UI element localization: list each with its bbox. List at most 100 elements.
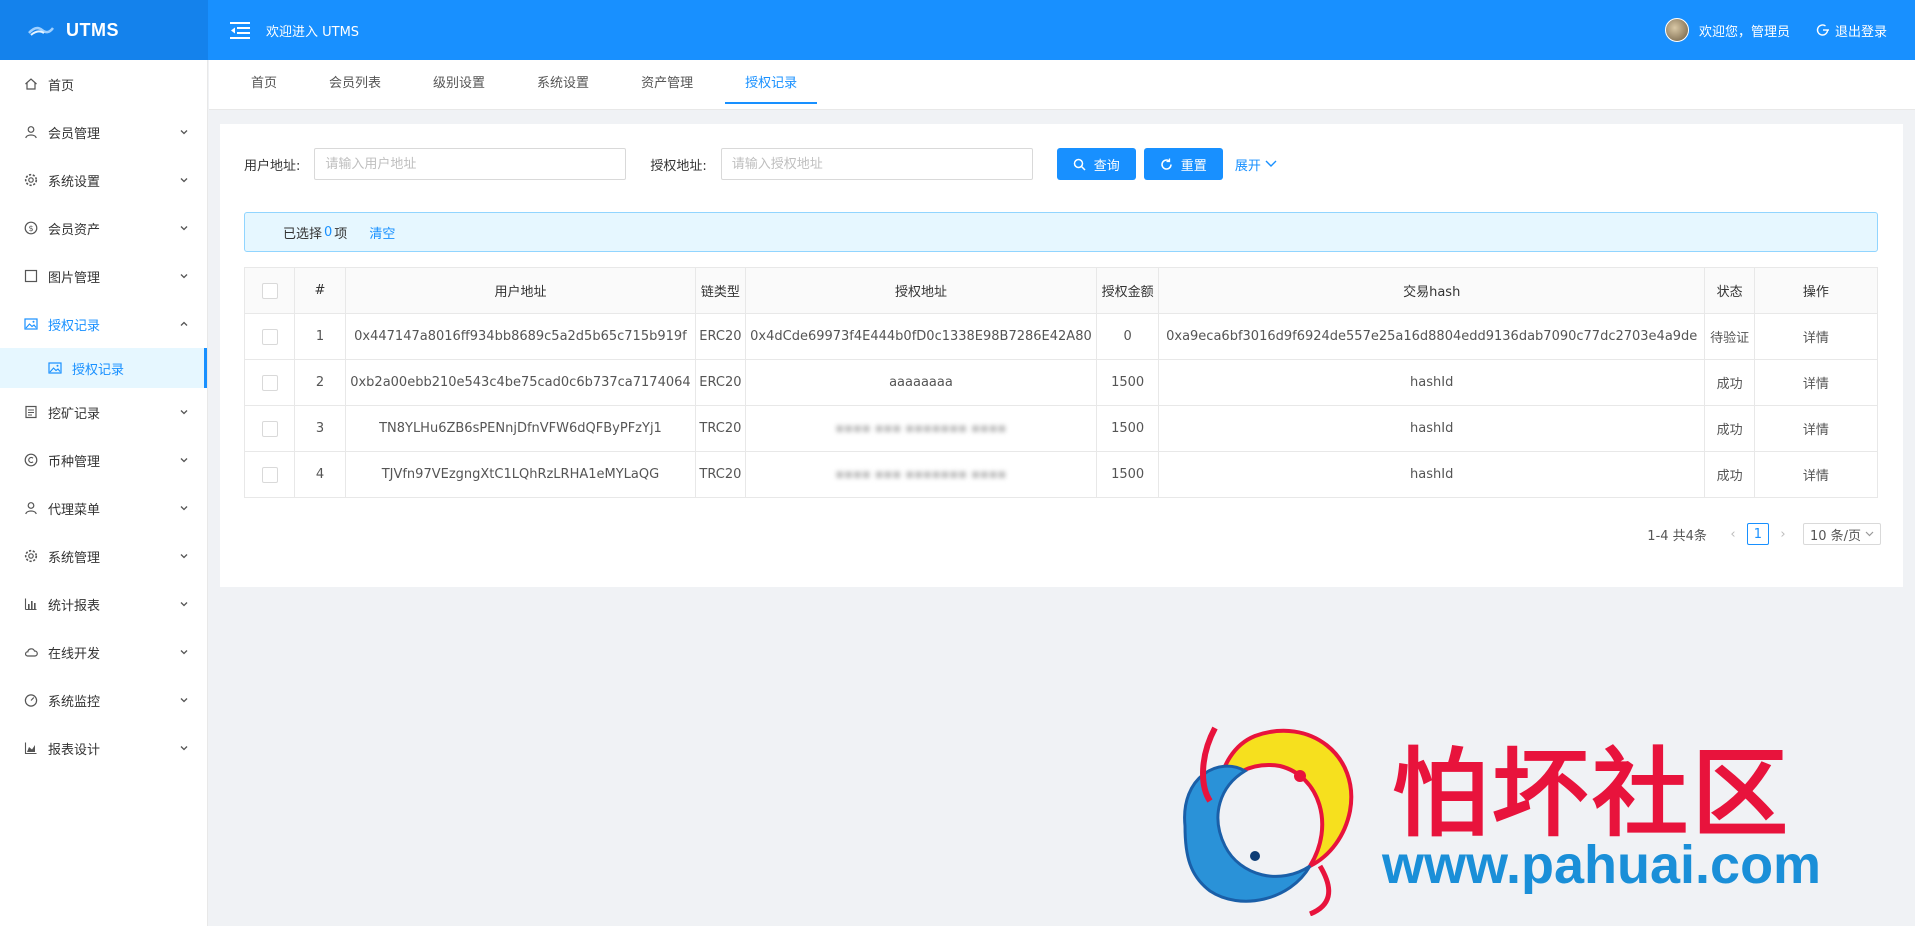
sidebar-item[interactable]: 系统设置 <box>0 156 207 204</box>
table-header-row: # 用户地址 链类型 授权地址 授权金额 交易hash 状态 操作 <box>244 267 1878 314</box>
cell-amount: 1500 <box>1096 405 1159 452</box>
row-checkbox[interactable] <box>261 374 278 391</box>
row-checkbox[interactable] <box>261 420 278 437</box>
sidebar-item[interactable]: 代理菜单 <box>0 484 207 532</box>
cloud-icon <box>24 645 38 659</box>
reset-button[interactable]: 重置 <box>1143 148 1223 180</box>
cell-hash: hashId <box>1158 405 1706 452</box>
chevron-down-icon <box>180 698 188 703</box>
sidebar-subitem[interactable]: 授权记录 <box>0 348 207 388</box>
sidebar-item[interactable]: $ 会员资产 <box>0 204 207 252</box>
dashboard-icon <box>24 693 38 707</box>
logout-button[interactable]: 退出登录 <box>1816 21 1887 40</box>
sidebar-item[interactable]: 首页 <box>0 60 207 108</box>
auth-address-input[interactable] <box>720 148 1033 180</box>
user-greeting: 欢迎您，管理员 <box>1698 24 1790 40</box>
sidebar-item-label: 统计报表 <box>48 598 101 614</box>
user-address-input[interactable] <box>314 148 627 180</box>
select-all-checkbox[interactable] <box>261 282 278 299</box>
tab[interactable]: 系统设置 <box>511 60 615 110</box>
cell-user: TN8YLHu6ZB6sPENnjDfnVFW6dQFByPFzYj1 <box>345 405 697 452</box>
cell-no: 4 <box>294 451 346 498</box>
chevron-down-icon <box>180 650 188 655</box>
detail-link[interactable]: 详情 <box>1754 451 1878 498</box>
page-size-select[interactable]: 10 条/页 <box>1802 523 1881 545</box>
sidebar-item-label: 代理菜单 <box>48 502 101 518</box>
sidebar-item[interactable]: 币种管理 <box>0 436 207 484</box>
menu-fold-icon[interactable] <box>228 19 252 41</box>
sidebar-item[interactable]: 授权记录 <box>0 300 207 348</box>
sidebar-subitem-label: 授权记录 <box>72 362 125 378</box>
picture-icon <box>24 317 38 331</box>
sidebar-item[interactable]: 在线开发 <box>0 628 207 676</box>
detail-link[interactable]: 详情 <box>1754 359 1878 406</box>
top-bar: UTMS 欢迎进入 UTMS 欢迎您，管理员 退出登录 <box>0 0 1915 60</box>
cell-chain: TRC20 <box>695 451 746 498</box>
row-select-cell <box>244 405 296 452</box>
cell-hash: 0xa9eca6bf3016d9f6924de557e25a16d8804edd… <box>1158 313 1706 360</box>
list-icon <box>24 405 38 419</box>
app-name: UTMS <box>66 19 119 40</box>
chevron-down-icon <box>180 458 188 463</box>
sidebar-item-label: 授权记录 <box>48 318 101 334</box>
col-header[interactable]: 链类型 <box>695 267 746 314</box>
tab[interactable]: 授权记录 <box>719 60 823 110</box>
cell-user: TJVfn97VEzgngXtC1LQhRzLRHA1eMYLaQG <box>345 451 697 498</box>
row-checkbox[interactable] <box>261 466 278 483</box>
page-number[interactable]: 1 <box>1746 523 1769 545</box>
cell-auth: ▪▪▪▪ ▪▪▪ ▪▪▪▪▪▪▪ ▪▪▪▪ <box>745 451 1098 498</box>
sidebar: 首页 会员管理 系统设置 $ 会员资产 图片管理 授权记录 授权记录 挖矿记录 币种管理 代理菜单系… <box>0 60 208 926</box>
col-header[interactable]: 用户地址 <box>345 267 697 314</box>
redacted-address: ▪▪▪▪ ▪▪▪ ▪▪▪▪▪▪▪ ▪▪▪▪ <box>835 467 1007 482</box>
sidebar-item[interactable]: 图片管理 <box>0 252 207 300</box>
reset-label: 重置 <box>1180 158 1207 174</box>
detail-link[interactable]: 详情 <box>1754 405 1878 452</box>
bar-chart-icon <box>24 597 38 611</box>
next-page-icon[interactable]: › <box>1773 527 1793 542</box>
sidebar-item[interactable]: 报表设计 <box>0 724 207 772</box>
row-select-cell <box>244 451 296 498</box>
query-label: 查询 <box>1093 158 1120 174</box>
tab[interactable]: 级别设置 <box>407 60 511 110</box>
tab[interactable]: 首页 <box>225 60 303 110</box>
chevron-up-icon <box>180 321 188 326</box>
sidebar-item-label: 报表设计 <box>48 742 101 758</box>
cell-status: 成功 <box>1704 405 1755 452</box>
avatar[interactable] <box>1664 18 1689 42</box>
sidebar-item-label: 图片管理 <box>48 270 101 286</box>
auth-records-table: # 用户地址 链类型 授权地址 授权金额 交易hash 状态 操作 1 0x447… <box>244 267 1878 498</box>
col-header[interactable]: 授权金额 <box>1096 267 1159 314</box>
prev-page-icon[interactable]: ‹ <box>1723 527 1743 542</box>
cell-hash: hashId <box>1158 359 1706 406</box>
col-header[interactable]: 操作 <box>1754 267 1878 314</box>
app-logo[interactable]: UTMS <box>0 0 208 60</box>
content-card: 用户地址: 授权地址: 查询 重置 展开 已选择 0 <box>220 124 1903 587</box>
sidebar-item[interactable]: 统计报表 <box>0 580 207 628</box>
expand-toggle[interactable]: 展开 <box>1235 155 1277 174</box>
query-button[interactable]: 查询 <box>1056 148 1136 180</box>
tab[interactable]: 资产管理 <box>615 60 719 110</box>
dollar-icon: $ <box>24 221 38 235</box>
detail-link[interactable]: 详情 <box>1754 313 1878 360</box>
selected-suffix: 项 <box>334 226 348 242</box>
gear-icon <box>24 173 38 187</box>
reload-icon <box>1161 158 1172 170</box>
row-checkbox[interactable] <box>261 328 278 345</box>
logo-icon <box>28 26 54 36</box>
col-header[interactable]: 授权地址 <box>745 267 1098 314</box>
col-header[interactable]: 交易hash <box>1158 267 1706 314</box>
col-header[interactable]: 状态 <box>1704 267 1755 314</box>
chevron-down-icon <box>180 602 188 607</box>
sidebar-item[interactable]: 系统管理 <box>0 532 207 580</box>
cell-chain: ERC20 <box>695 359 746 406</box>
sidebar-item[interactable]: 会员管理 <box>0 108 207 156</box>
selected-count: 0 <box>324 224 333 240</box>
sidebar-item[interactable]: 系统监控 <box>0 676 207 724</box>
clear-selection-link[interactable]: 清空 <box>369 223 395 242</box>
tab[interactable]: 会员列表 <box>303 60 407 110</box>
col-header[interactable]: # <box>294 267 346 314</box>
home-icon <box>24 77 38 91</box>
tab-bar: 首页 会员列表 级别设置 系统设置 资产管理 授权记录 <box>209 60 1915 110</box>
sidebar-item[interactable]: 挖矿记录 <box>0 388 207 436</box>
sidebar-item-label: 挖矿记录 <box>48 406 101 422</box>
